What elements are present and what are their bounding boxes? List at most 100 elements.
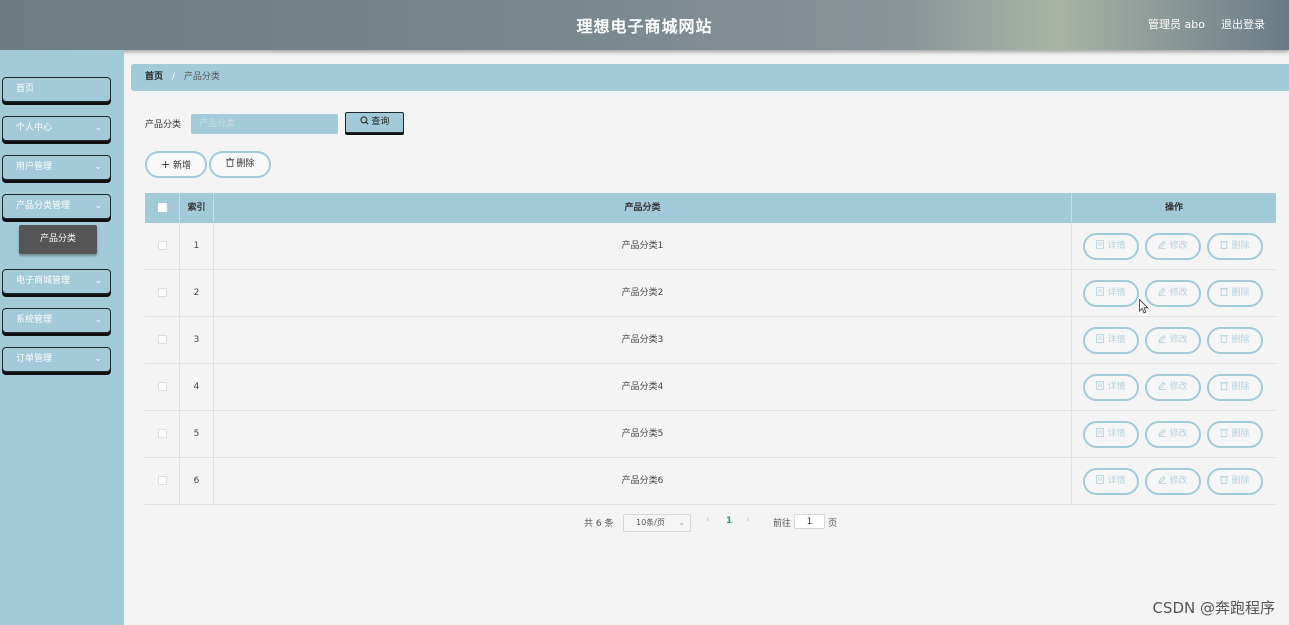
sidebar-item-label: 首页 <box>16 84 35 94</box>
prev-page-button[interactable]: ‹ <box>706 515 710 525</box>
row-delete-button[interactable]: 删除 <box>1207 421 1263 448</box>
breadcrumb: 首页 / 产品分类 <box>131 64 1289 91</box>
row-delete-label: 删除 <box>1231 429 1250 439</box>
trash-icon <box>1220 429 1229 439</box>
search-button[interactable]: 查询 <box>345 112 404 133</box>
logout-link[interactable]: 退出登录 <box>1221 16 1265 32</box>
row-select-cell <box>145 223 180 270</box>
row-index: 3 <box>180 317 214 364</box>
row-delete-button[interactable]: 删除 <box>1207 280 1263 307</box>
row-edit-label: 修改 <box>1169 382 1188 392</box>
row-select-cell <box>145 411 180 458</box>
search-input[interactable] <box>191 114 338 134</box>
breadcrumb-separator: / <box>171 72 175 82</box>
goto-page-input[interactable] <box>794 514 825 529</box>
table-row: 4 产品分类4 详情 修改 删除 <box>145 364 1276 411</box>
row-detail-button[interactable]: 详情 <box>1083 327 1139 354</box>
pencil-icon <box>1158 381 1167 392</box>
row-checkbox[interactable] <box>157 288 167 297</box>
sidebar-item-label: 用户管理 <box>16 162 53 172</box>
site-title: 理想电子商城网站 <box>576 17 713 36</box>
row-detail-button[interactable]: 详情 <box>1083 374 1139 401</box>
select-all-cell <box>145 193 180 223</box>
batch-delete-button[interactable]: 删除 <box>209 151 271 178</box>
row-category: 产品分类1 <box>214 223 1072 270</box>
row-checkbox[interactable] <box>157 335 167 344</box>
row-checkbox[interactable] <box>157 429 167 438</box>
batch-delete-label: 删除 <box>236 159 255 169</box>
row-select-cell <box>145 364 180 411</box>
row-detail-button[interactable]: 详情 <box>1083 280 1139 307</box>
pencil-icon <box>1158 287 1167 298</box>
pencil-icon <box>1158 428 1167 439</box>
row-category: 产品分类6 <box>214 458 1072 505</box>
row-edit-button[interactable]: 修改 <box>1145 280 1201 307</box>
page-size-value: 10条/页 <box>636 518 665 527</box>
row-actions: 详情 修改 删除 <box>1072 458 1276 505</box>
row-edit-label: 修改 <box>1169 476 1188 486</box>
sidebar-item-label: 电子商城管理 <box>16 276 71 286</box>
row-detail-button[interactable]: 详情 <box>1083 421 1139 448</box>
row-index: 1 <box>180 223 214 270</box>
page-size-select[interactable]: 10条/页 ⌄ <box>623 514 691 532</box>
document-icon <box>1096 381 1105 392</box>
search-icon <box>359 116 372 127</box>
next-page-button[interactable]: › <box>746 515 750 525</box>
row-detail-button[interactable]: 详情 <box>1083 468 1139 495</box>
row-edit-button[interactable]: 修改 <box>1145 233 1201 260</box>
document-icon <box>1096 428 1105 439</box>
table-row: 3 产品分类3 详情 修改 删除 <box>145 317 1276 364</box>
row-edit-button[interactable]: 修改 <box>1145 374 1201 401</box>
row-delete-label: 删除 <box>1231 335 1250 345</box>
sidebar-item-home[interactable]: 首页 <box>2 77 111 102</box>
row-select-cell <box>145 317 180 364</box>
sidebar-item-label: 系统管理 <box>16 315 53 325</box>
add-button[interactable]: + 新增 <box>145 151 207 178</box>
row-checkbox[interactable] <box>157 241 167 250</box>
trash-icon <box>225 157 237 169</box>
row-delete-button[interactable]: 删除 <box>1207 233 1263 260</box>
sidebar-item-label: 订单管理 <box>16 354 53 364</box>
pagination-total: 共 6 条 <box>584 519 614 529</box>
page-number-current[interactable]: 1 <box>726 516 732 526</box>
row-delete-button[interactable]: 删除 <box>1207 374 1263 401</box>
row-category: 产品分类2 <box>214 270 1072 317</box>
select-all-checkbox[interactable] <box>157 203 167 212</box>
sidebar-subitem-product-category[interactable]: 产品分类 <box>19 225 97 254</box>
row-delete-button[interactable]: 删除 <box>1207 468 1263 495</box>
sidebar-item-system-management[interactable]: 系统管理 ⌄ <box>2 308 111 333</box>
row-delete-label: 删除 <box>1231 288 1250 298</box>
row-delete-button[interactable]: 删除 <box>1207 327 1263 354</box>
admin-username: 管理员 abo <box>1148 18 1205 31</box>
trash-icon <box>1220 335 1229 345</box>
mouse-cursor-icon <box>1139 298 1149 317</box>
breadcrumb-home[interactable]: 首页 <box>145 72 163 82</box>
top-header: 理想电子商城网站 管理员 abo 退出登录 <box>0 0 1289 50</box>
row-detail-label: 详情 <box>1107 382 1126 392</box>
pencil-icon <box>1158 334 1167 345</box>
row-checkbox[interactable] <box>157 382 167 391</box>
row-edit-label: 修改 <box>1169 335 1188 345</box>
row-detail-button[interactable]: 详情 <box>1083 233 1139 260</box>
sidebar-item-product-category-management[interactable]: 产品分类管理 ⌄ <box>2 194 111 219</box>
trash-icon <box>1220 476 1229 486</box>
row-edit-button[interactable]: 修改 <box>1145 327 1201 354</box>
column-header-actions: 操作 <box>1164 203 1183 213</box>
document-icon <box>1096 475 1105 486</box>
pencil-icon <box>1158 475 1167 486</box>
table-row: 6 产品分类6 详情 修改 删除 <box>145 458 1276 505</box>
sidebar-item-user-management[interactable]: 用户管理 ⌄ <box>2 155 111 180</box>
row-detail-label: 详情 <box>1107 429 1126 439</box>
sidebar-item-personal-center[interactable]: 个人中心 ⌄ <box>2 116 111 141</box>
goto-label: 前往 <box>773 519 792 529</box>
watermark: CSDN @奔跑程序 <box>1152 599 1275 617</box>
document-icon <box>1096 240 1105 251</box>
row-edit-button[interactable]: 修改 <box>1145 468 1201 495</box>
table-header: 索引 产品分类 操作 <box>145 193 1276 223</box>
sidebar-item-order-management[interactable]: 订单管理 ⌄ <box>2 347 111 372</box>
sidebar-item-store-management[interactable]: 电子商城管理 ⌄ <box>2 269 111 294</box>
row-edit-button[interactable]: 修改 <box>1145 421 1201 448</box>
row-edit-label: 修改 <box>1169 241 1188 251</box>
sidebar-item-label: 个人中心 <box>16 123 53 133</box>
row-checkbox[interactable] <box>157 476 167 485</box>
